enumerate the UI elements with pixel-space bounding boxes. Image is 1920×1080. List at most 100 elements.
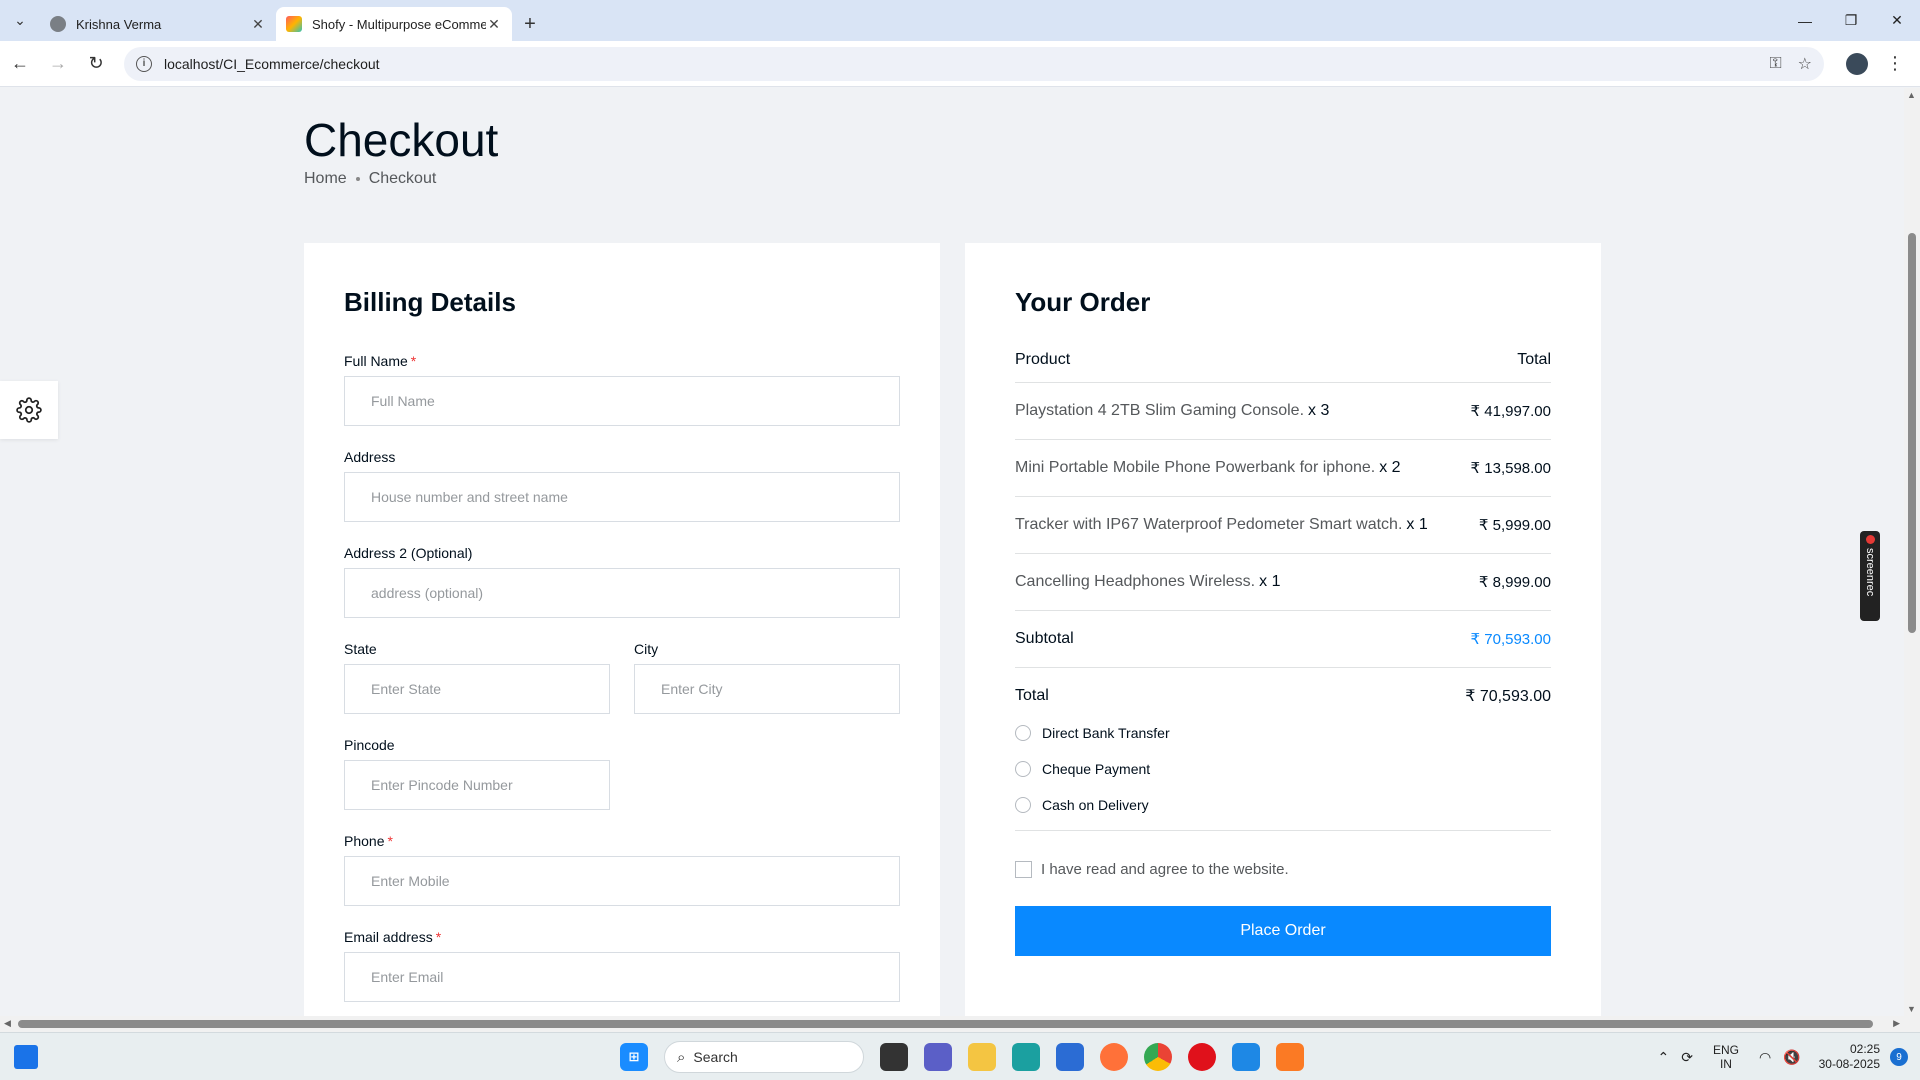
minimize-icon[interactable]: — bbox=[1782, 0, 1828, 41]
order-item-row: Tracker with IP67 Waterproof Pedometer S… bbox=[1015, 497, 1551, 554]
language-code: ENG bbox=[1712, 1043, 1739, 1057]
reload-icon[interactable]: ↻ bbox=[78, 46, 114, 82]
phone-label: Phone * bbox=[344, 833, 393, 849]
order-item-row: Playstation 4 2TB Slim Gaming Console. x … bbox=[1015, 383, 1551, 440]
widgets-icon[interactable] bbox=[14, 1045, 38, 1069]
scroll-right-arrow-icon[interactable]: ▶ bbox=[1893, 1018, 1900, 1029]
address2-input[interactable]: address (optional) bbox=[344, 568, 900, 618]
store-icon[interactable] bbox=[1056, 1043, 1084, 1071]
address-bar[interactable]: i localhost/CI_Ecommerce/checkout ⚿ ☆ bbox=[124, 46, 1824, 81]
place-order-button[interactable]: Place Order bbox=[1015, 906, 1551, 956]
chrome-icon[interactable] bbox=[1144, 1043, 1172, 1071]
breadcrumb-home-link[interactable]: Home bbox=[304, 170, 347, 188]
horizontal-scrollbar[interactable]: ◀ ▶ bbox=[0, 1016, 1920, 1032]
page-viewport: Checkout Home Checkout Billing Details F… bbox=[0, 88, 1904, 1016]
notification-badge[interactable]: 9 bbox=[1890, 1048, 1908, 1066]
payment-option-cheque[interactable]: Cheque Payment bbox=[1015, 751, 1551, 787]
tab-krishna-verma[interactable]: Krishna Verma ✕ bbox=[40, 7, 276, 41]
order-item-row: Cancelling Headphones Wireless. x 1 ₹ 8,9… bbox=[1015, 554, 1551, 611]
order-item-name: Cancelling Headphones Wireless. x 1 bbox=[1015, 573, 1281, 590]
restore-icon[interactable]: ❐ bbox=[1828, 0, 1874, 41]
settings-gear-button[interactable] bbox=[0, 381, 58, 439]
window-controls: — ❐ ✕ bbox=[1782, 0, 1920, 41]
star-icon[interactable]: ☆ bbox=[1798, 54, 1812, 74]
address2-label: Address 2 (Optional) bbox=[344, 545, 473, 561]
billing-details-card: Billing Details Full Name * Full Name Add… bbox=[304, 243, 940, 1016]
language-indicator[interactable]: ENG IN bbox=[1713, 1043, 1739, 1071]
clock[interactable]: 02:25 30-08-2025 bbox=[1819, 1042, 1880, 1072]
phone-input[interactable]: Enter Mobile bbox=[344, 856, 900, 906]
chevron-up-icon[interactable]: ⌃ bbox=[1657, 1049, 1669, 1066]
address-input[interactable]: House number and street name bbox=[344, 472, 900, 522]
volume-muted-icon[interactable]: 🔇 bbox=[1783, 1049, 1800, 1066]
xampp-icon[interactable] bbox=[1276, 1043, 1304, 1071]
sync-icon[interactable]: ⟳ bbox=[1681, 1049, 1693, 1066]
taskbar-search[interactable]: ⌕ Search bbox=[664, 1041, 864, 1073]
profile-avatar[interactable] bbox=[1846, 52, 1868, 75]
forward-icon[interactable]: → bbox=[40, 46, 76, 82]
gear-icon bbox=[16, 397, 42, 423]
order-item-name: Playstation 4 2TB Slim Gaming Console. x … bbox=[1015, 402, 1330, 419]
opera-icon[interactable] bbox=[1188, 1043, 1216, 1071]
horizontal-scroll-thumb[interactable] bbox=[18, 1020, 1873, 1028]
vertical-scrollbar[interactable]: ▲ ▼ bbox=[1904, 88, 1920, 1016]
terms-agreement[interactable]: I have read and agree to the website. bbox=[1015, 861, 1289, 878]
firefox-icon[interactable] bbox=[1100, 1043, 1128, 1071]
close-window-icon[interactable]: ✕ bbox=[1874, 0, 1920, 41]
billing-heading: Billing Details bbox=[344, 287, 516, 317]
total-column-header: Total bbox=[1517, 351, 1551, 368]
screenrec-label: screenrec bbox=[1864, 548, 1876, 597]
full-name-input[interactable]: Full Name bbox=[344, 376, 900, 426]
edge-icon[interactable] bbox=[1012, 1043, 1040, 1071]
payment-option-label: Cheque Payment bbox=[1042, 761, 1151, 777]
full-name-label: Full Name * bbox=[344, 353, 417, 369]
your-order-card: Your Order Product Total Playstation 4 2… bbox=[965, 243, 1601, 1016]
address-group: Address House number and street name bbox=[344, 449, 900, 522]
url-text: localhost/CI_Ecommerce/checkout bbox=[164, 55, 380, 72]
payment-option-cod[interactable]: Cash on Delivery bbox=[1015, 787, 1551, 823]
teams-chat-icon[interactable] bbox=[924, 1043, 952, 1071]
back-icon[interactable]: ← bbox=[2, 46, 38, 82]
order-item-amount: ₹ 8,999.00 bbox=[1478, 574, 1551, 591]
scroll-up-arrow-icon[interactable]: ▲ bbox=[1907, 90, 1916, 100]
breadcrumb-current: Checkout bbox=[368, 170, 437, 187]
radio-button[interactable] bbox=[1015, 797, 1031, 813]
close-icon[interactable]: ✕ bbox=[250, 16, 266, 33]
terms-checkbox[interactable] bbox=[1015, 861, 1032, 878]
new-tab-button[interactable]: + bbox=[512, 7, 548, 41]
tab-search-chevron-icon[interactable]: ⌄ bbox=[0, 0, 40, 41]
region-code: IN bbox=[1719, 1057, 1732, 1071]
file-explorer-icon[interactable] bbox=[968, 1043, 996, 1071]
email-group: Email address * Enter Email bbox=[344, 929, 900, 1002]
windows-start-icon[interactable]: ⊞ bbox=[620, 1043, 648, 1071]
order-item-amount: ₹ 13,598.00 bbox=[1470, 460, 1551, 477]
phone-group: Phone * Enter Mobile bbox=[344, 833, 900, 906]
key-icon[interactable]: ⚿ bbox=[1769, 55, 1781, 73]
order-item-qty: x 3 bbox=[1308, 402, 1330, 419]
vscode-icon[interactable] bbox=[1232, 1043, 1260, 1071]
subtotal-row: Subtotal ₹ 70,593.00 bbox=[1015, 611, 1551, 668]
radio-button[interactable] bbox=[1015, 761, 1031, 777]
pincode-input[interactable]: Enter Pincode Number bbox=[344, 760, 610, 810]
email-input[interactable]: Enter Email bbox=[344, 952, 900, 1002]
scroll-left-arrow-icon[interactable]: ◀ bbox=[4, 1018, 11, 1029]
email-label: Email address * bbox=[344, 929, 442, 945]
menu-kebab-icon[interactable]: ⋮ bbox=[1886, 53, 1904, 74]
order-item-name: Mini Portable Mobile Phone Powerbank for… bbox=[1015, 459, 1401, 476]
close-icon[interactable]: ✕ bbox=[486, 16, 502, 33]
pincode-label: Pincode bbox=[344, 737, 395, 753]
state-input[interactable]: Enter State bbox=[344, 664, 610, 714]
screenrec-widget[interactable]: screenrec bbox=[1860, 531, 1880, 621]
site-info-icon[interactable]: i bbox=[136, 55, 152, 72]
scroll-down-arrow-icon[interactable]: ▼ bbox=[1907, 1004, 1916, 1014]
wifi-icon[interactable]: ◠ bbox=[1759, 1049, 1771, 1066]
city-input[interactable]: Enter City bbox=[634, 664, 900, 714]
globe-icon bbox=[50, 16, 66, 32]
payment-option-bank-transfer[interactable]: Direct Bank Transfer bbox=[1015, 715, 1551, 751]
payment-options: Direct Bank Transfer Cheque Payment Cash… bbox=[1015, 715, 1551, 823]
task-view-icon[interactable] bbox=[880, 1043, 908, 1071]
browser-toolbar: ← → ↻ i localhost/CI_Ecommerce/checkout … bbox=[0, 41, 1920, 87]
tab-shofy[interactable]: Shofy - Multipurpose eCommerce ✕ bbox=[276, 7, 512, 41]
radio-button[interactable] bbox=[1015, 725, 1031, 741]
vertical-scroll-thumb[interactable] bbox=[1908, 233, 1916, 633]
